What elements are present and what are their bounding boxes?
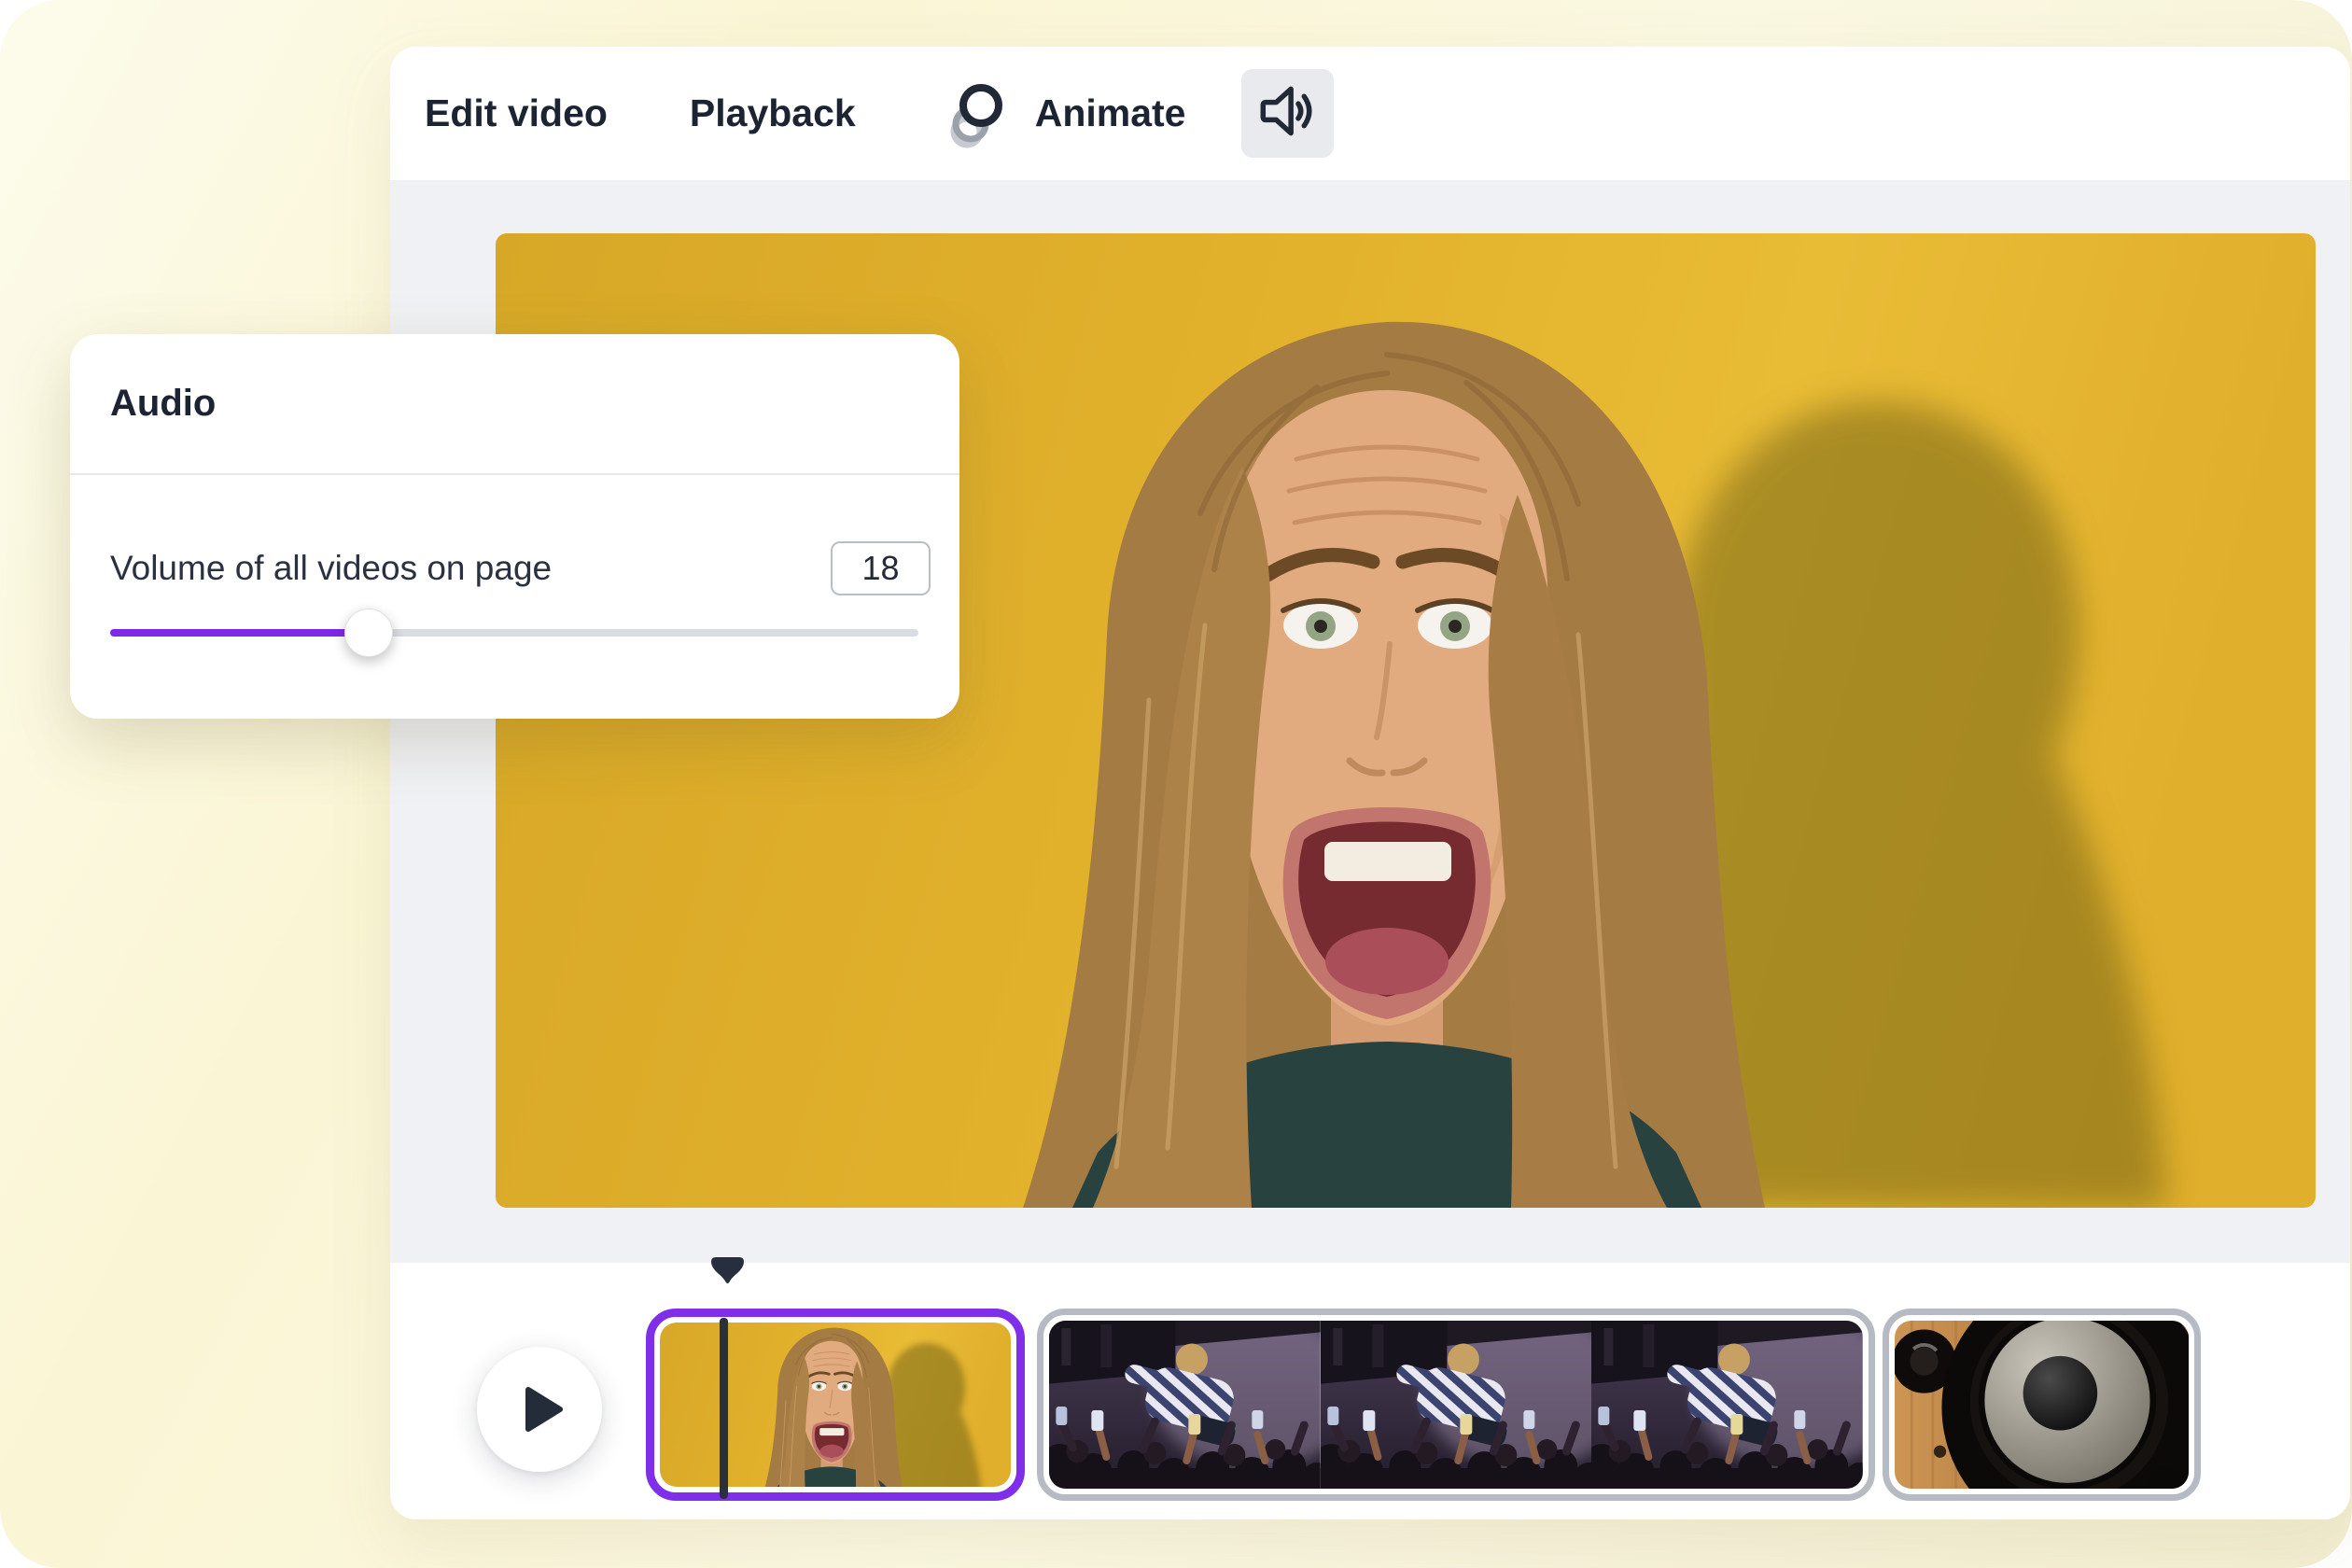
volume-slider-thumb[interactable] bbox=[344, 609, 393, 657]
audio-panel: Audio Volume of all videos on page 18 bbox=[70, 334, 959, 719]
tab-playback[interactable]: Playback bbox=[690, 91, 856, 135]
volume-value-input[interactable]: 18 bbox=[831, 541, 931, 595]
concert-frame-2 bbox=[1321, 1321, 1592, 1489]
audio-panel-header: Audio bbox=[70, 334, 959, 475]
tab-animate[interactable]: Animate bbox=[942, 78, 1186, 149]
speaker-volume-icon bbox=[1257, 83, 1319, 144]
editor-card: Edit video Playback Animate bbox=[390, 47, 2350, 1519]
volume-slider-fill bbox=[110, 629, 369, 637]
volume-slider-track[interactable] bbox=[110, 629, 918, 637]
tab-animate-label: Animate bbox=[1035, 91, 1186, 135]
playhead-marker-icon[interactable] bbox=[710, 1256, 745, 1285]
clip-thumbnail bbox=[660, 1323, 1011, 1487]
clip-thumbnail bbox=[1049, 1321, 1863, 1489]
tab-edit-video[interactable]: Edit video bbox=[425, 91, 608, 135]
timeline-clip-concert[interactable] bbox=[1037, 1309, 1875, 1501]
woman-clip-frame bbox=[660, 1323, 1011, 1487]
context-toolbar: Edit video Playback Animate bbox=[390, 47, 2350, 180]
volume-row: Volume of all videos on page 18 bbox=[110, 541, 931, 595]
animate-icon bbox=[942, 78, 1013, 149]
play-button[interactable] bbox=[477, 1347, 602, 1472]
play-icon bbox=[525, 1387, 563, 1432]
speaker-frame bbox=[1895, 1321, 2189, 1489]
audio-panel-title: Audio bbox=[110, 383, 216, 425]
concert-frame-1 bbox=[1049, 1321, 1321, 1489]
audio-volume-button[interactable] bbox=[1241, 69, 1334, 158]
timeline-clip-speaker[interactable] bbox=[1883, 1309, 2201, 1501]
playhead-line[interactable] bbox=[720, 1318, 728, 1499]
volume-label: Volume of all videos on page bbox=[110, 549, 552, 588]
clip-thumbnail bbox=[1895, 1321, 2189, 1489]
concert-frame-3 bbox=[1591, 1321, 1863, 1489]
screenshot-stage: Edit video Playback Animate bbox=[0, 0, 2352, 1568]
timeline-clip-selected-woman[interactable] bbox=[646, 1309, 1025, 1501]
